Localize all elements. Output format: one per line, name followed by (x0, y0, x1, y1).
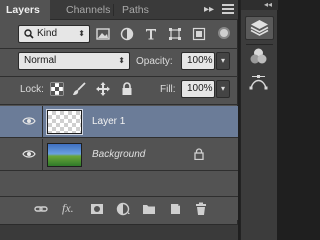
layers-panel: Layers Channels Paths ▸▸ Kind ⬍ Normal ⬍… (0, 0, 238, 240)
opacity-input[interactable]: 100% (181, 52, 215, 70)
fill-input[interactable]: 100% (181, 80, 215, 98)
blend-row: Normal ⬍ Opacity: 100% ▾ (0, 52, 238, 72)
collapse-dock-icon[interactable]: ◂◂ (264, 0, 272, 10)
tab-channels[interactable]: Channels (60, 0, 116, 20)
paths-dock-button[interactable] (245, 72, 274, 96)
new-layer-icon[interactable] (168, 202, 182, 216)
layer-row-background[interactable]: Background (0, 139, 238, 171)
layer-lock-icon (194, 148, 204, 160)
opacity-label: Opacity: (136, 56, 173, 67)
layer-thumbnail[interactable] (46, 109, 83, 135)
panel-bottom-strip (0, 224, 238, 240)
layers-dock-button[interactable] (245, 16, 274, 40)
new-group-folder-icon[interactable] (142, 202, 156, 216)
lock-label: Lock: (20, 84, 44, 95)
chevron-updown-icon: ⬍ (78, 29, 85, 38)
opacity-dropdown-button[interactable]: ▾ (216, 52, 230, 70)
layer-list: Layer 1 Background (0, 106, 238, 196)
panel-menu-icon[interactable] (222, 4, 234, 16)
divider (0, 104, 238, 105)
visibility-eye-icon[interactable] (22, 116, 36, 126)
divider (42, 106, 43, 138)
add-layer-mask-icon[interactable] (90, 202, 104, 216)
lock-all-icon[interactable] (120, 82, 134, 96)
type-filter-icon[interactable] (144, 27, 158, 41)
blend-mode-value: Normal (24, 55, 57, 66)
adjustment-layer-icon[interactable] (116, 202, 132, 216)
divider (246, 44, 273, 45)
visibility-eye-icon[interactable] (22, 149, 36, 159)
collapse-panel-icon[interactable]: ▸▸ (204, 0, 214, 20)
dock-header: ◂◂ (241, 0, 278, 10)
layer-row-layer-1[interactable]: Layer 1 (0, 106, 238, 138)
smart-object-filter-icon[interactable] (192, 27, 206, 41)
tab-paths[interactable]: Paths (116, 0, 155, 20)
fill-label: Fill: (160, 84, 176, 95)
layer-style-fx-button[interactable]: fx. (62, 201, 74, 215)
lock-position-icon[interactable] (96, 82, 110, 96)
paths-pen-icon (249, 75, 268, 90)
divider (42, 139, 43, 171)
filter-kind-label: Kind (37, 28, 58, 39)
channels-icon (250, 48, 267, 64)
panel-dock: ◂◂ (240, 0, 278, 240)
filter-row: Kind ⬍ (0, 24, 238, 44)
lock-transparent-pixels-icon[interactable] (50, 82, 64, 96)
link-layers-icon[interactable] (34, 202, 48, 216)
divider (0, 76, 238, 77)
delete-layer-trash-icon[interactable] (194, 202, 208, 216)
panel-tab-bar: Layers Channels Paths ▸▸ (0, 0, 238, 20)
channels-dock-button[interactable] (245, 46, 274, 70)
filter-toggle[interactable] (218, 27, 230, 39)
adjustment-filter-icon[interactable] (120, 27, 134, 41)
layer-name[interactable]: Background (92, 149, 145, 160)
lock-image-pixels-icon[interactable] (72, 82, 86, 96)
fill-dropdown-button[interactable]: ▾ (216, 80, 230, 98)
lock-row: Lock: Fill: 100% ▾ (0, 80, 238, 100)
filter-kind-select[interactable]: Kind ⬍ (18, 25, 90, 43)
layer-thumbnail[interactable] (47, 143, 82, 167)
layer-name[interactable]: Layer 1 (92, 116, 125, 127)
shape-filter-icon[interactable] (168, 27, 182, 41)
layers-footer-toolbar: fx. (0, 196, 238, 220)
blend-mode-select[interactable]: Normal ⬍ (18, 52, 130, 70)
search-icon (24, 29, 34, 39)
tab-layers[interactable]: Layers (0, 0, 50, 20)
layers-stack-icon (250, 20, 269, 36)
tab-divider (113, 4, 114, 16)
chevron-updown-icon: ⬍ (118, 56, 125, 65)
divider (0, 48, 238, 49)
image-filter-icon[interactable] (96, 27, 110, 41)
